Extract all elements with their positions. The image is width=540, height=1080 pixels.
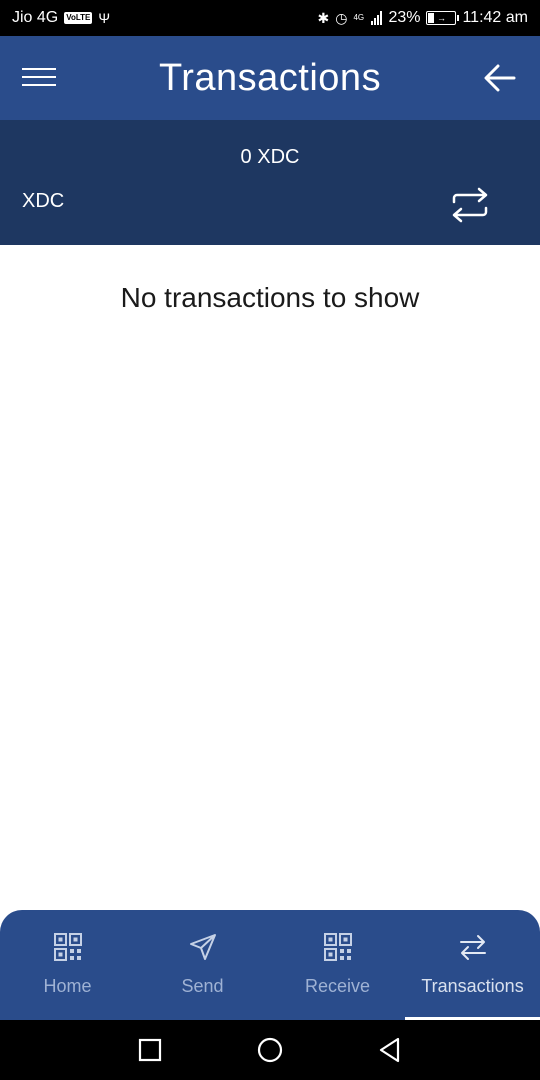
bottom-nav: Home Send Receive Transactions: [0, 910, 540, 1020]
nav-item-receive[interactable]: Receive: [270, 910, 405, 1020]
menu-button[interactable]: [22, 68, 56, 90]
recent-apps-icon[interactable]: [136, 1036, 164, 1064]
nav-label-send: Send: [181, 976, 224, 996]
system-nav-bar: [0, 1020, 540, 1080]
signal-icon: [371, 11, 383, 25]
menu-icon-line: [22, 84, 56, 86]
back-triangle-icon[interactable]: [376, 1036, 404, 1064]
menu-icon-line: [22, 76, 56, 78]
status-left: Jio 4G VoLTE Ψ: [12, 9, 110, 27]
page-title: Transactions: [158, 56, 382, 99]
nav-item-home[interactable]: Home: [0, 910, 135, 1020]
nav-label-transactions: Transactions: [421, 976, 524, 996]
qr-code-icon: [323, 933, 352, 961]
nav-item-send[interactable]: Send: [135, 910, 270, 1020]
menu-icon-line: [22, 68, 56, 70]
swap-currency-icon[interactable]: [450, 186, 490, 224]
empty-transactions-message: No transactions to show: [120, 282, 420, 313]
back-arrow-icon[interactable]: [482, 60, 518, 96]
balance-amount: 0 XDC: [240, 146, 300, 168]
status-bar: Jio 4G VoLTE Ψ ✱ ◷ 4G 23% → 11:42 am: [0, 0, 540, 36]
app-bar: Transactions: [0, 36, 540, 120]
status-right: ✱ ◷ 4G 23% → 11:42 am: [317, 9, 528, 27]
alarm-icon: ◷: [335, 9, 348, 26]
battery-icon: →: [426, 11, 460, 25]
send-icon: [189, 934, 216, 960]
qr-code-icon: [53, 933, 82, 961]
usb-icon: Ψ: [98, 10, 111, 26]
currency-label: XDC: [22, 190, 65, 212]
bluetooth-icon: ✱: [317, 9, 330, 26]
nav-label-home: Home: [43, 976, 92, 996]
home-circle-icon[interactable]: [256, 1036, 284, 1064]
network-badge: 4G: [353, 13, 365, 22]
status-time: 11:42 am: [462, 9, 528, 26]
volte-badge: VoLTE: [64, 12, 93, 24]
transfer-arrows-icon: [459, 935, 486, 960]
nav-item-transactions[interactable]: Transactions: [405, 910, 540, 1020]
nav-label-receive: Receive: [304, 976, 371, 996]
balance-panel: 0 XDC XDC: [0, 120, 540, 245]
carrier-name: Jio 4G: [12, 9, 59, 26]
battery-percent: 23%: [388, 9, 421, 26]
